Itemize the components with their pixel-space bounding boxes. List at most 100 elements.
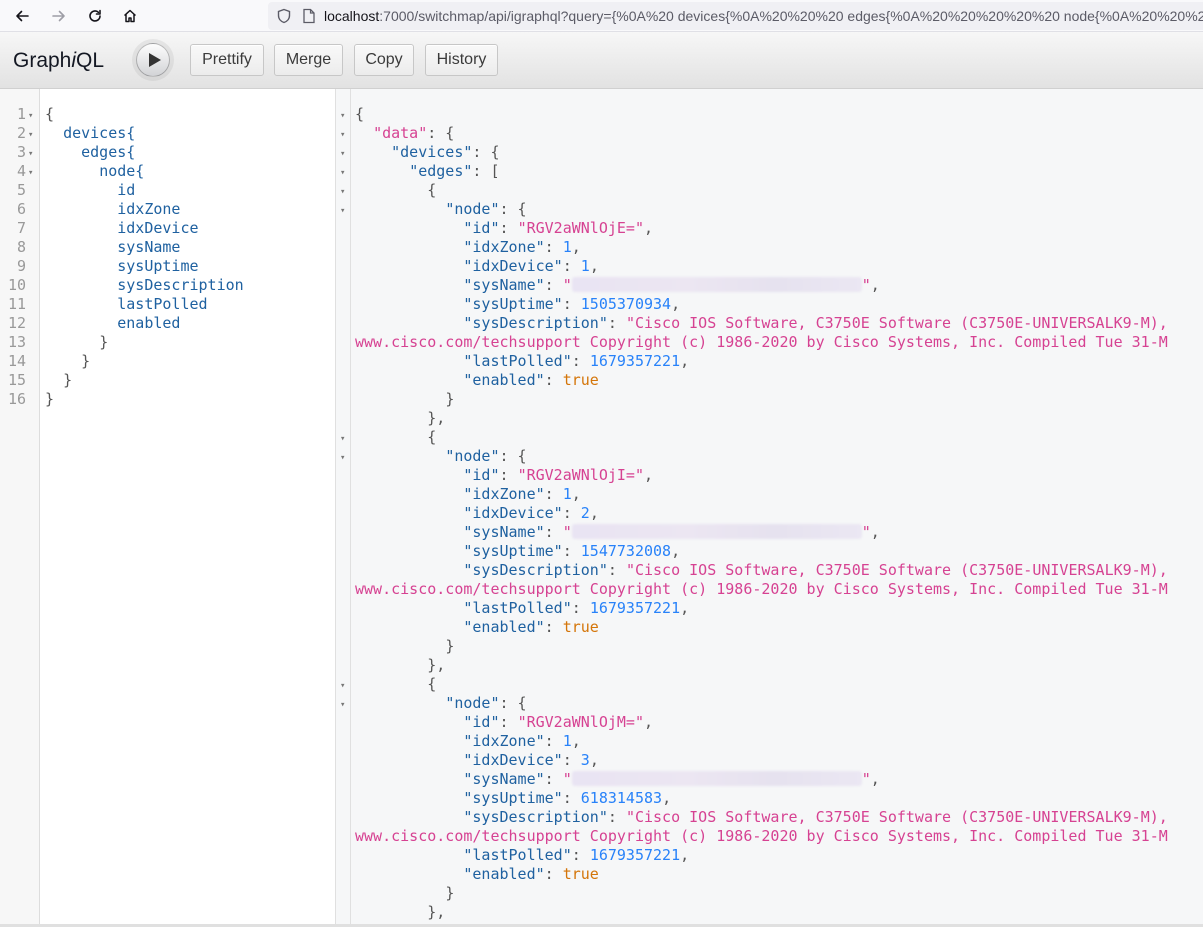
result-code-line: "idxDevice": 1, xyxy=(355,257,598,276)
json-token: "Cisco IOS Software, C3750E Software (C3… xyxy=(625,561,1168,579)
json-token: "Cisco IOS Software, C3750E Software (C3… xyxy=(625,808,1168,826)
query-token: edges{ xyxy=(81,143,136,161)
fold-arrow-icon[interactable]: ▾ xyxy=(28,145,33,164)
merge-button[interactable]: Merge xyxy=(274,44,343,76)
result-viewer[interactable]: ▾{▾ "data": {▾ "devices": {▾ "edges": [▾… xyxy=(336,89,1203,927)
back-arrow-icon[interactable] xyxy=(10,4,34,28)
query-line-number: 5 xyxy=(16,181,26,199)
result-code-line: "node": { xyxy=(355,200,526,219)
query-token: { xyxy=(45,105,55,123)
query-code-line[interactable]: } xyxy=(45,390,54,409)
fold-arrow-icon[interactable]: ▾ xyxy=(340,183,345,202)
json-token: , xyxy=(680,846,690,864)
fold-arrow-icon[interactable]: ▾ xyxy=(340,145,345,164)
query-code-line[interactable]: sysUptime xyxy=(45,257,198,276)
json-token: "lastPolled" xyxy=(463,599,572,617)
query-code-line[interactable]: node{ xyxy=(45,162,144,181)
json-token: , xyxy=(644,219,654,237)
query-code-line[interactable]: idxDevice xyxy=(45,219,198,238)
fold-arrow-icon[interactable]: ▾ xyxy=(28,107,33,126)
result-code-line: }, xyxy=(355,409,445,428)
query-code-line[interactable]: id xyxy=(45,181,135,200)
query-code-line[interactable]: idxZone xyxy=(45,200,180,219)
reload-icon[interactable] xyxy=(83,4,107,28)
query-code-line[interactable]: { xyxy=(45,105,54,124)
fold-arrow-icon[interactable]: ▾ xyxy=(340,126,345,145)
result-code-line: "sysUptime": 618314583, xyxy=(355,789,671,808)
json-token: " xyxy=(562,276,572,294)
query-editor[interactable]: 1 ▾{2 ▾ devices{3 ▾ edges{4 ▾ node{5 id 6 idx… xyxy=(0,89,336,927)
query-token: sysName xyxy=(117,238,181,256)
json-token: 1547732008 xyxy=(580,542,672,560)
query-code-line[interactable]: sysName xyxy=(45,238,180,257)
json-token: }, xyxy=(427,656,446,674)
json-token: : xyxy=(544,732,563,750)
json-token: 618314583 xyxy=(580,789,663,807)
json-token: , xyxy=(662,789,672,807)
query-code-line[interactable]: } xyxy=(45,333,108,352)
query-code-line[interactable]: sysDescription xyxy=(45,276,243,295)
json-token: : xyxy=(499,466,518,484)
json-token: "sysDescription" xyxy=(463,561,608,579)
json-token: , xyxy=(571,238,581,256)
query-line-number: 2 xyxy=(16,124,26,142)
result-code-line: "node": { xyxy=(355,694,527,713)
execute-query-button[interactable] xyxy=(136,43,170,77)
address-bar[interactable]: localhost:7000/switchmap/api/igraphql?qu… xyxy=(268,2,1203,30)
json-token: : { xyxy=(499,447,527,465)
query-code-line[interactable]: lastPolled xyxy=(45,295,207,314)
json-token: : [ xyxy=(472,162,500,180)
json-token: : xyxy=(544,618,563,636)
json-token: : xyxy=(571,352,590,370)
json-token: "sysDescription" xyxy=(463,314,608,332)
result-code-line: }, xyxy=(355,656,445,675)
fold-arrow-icon[interactable]: ▾ xyxy=(340,107,345,126)
url-host: localhost xyxy=(324,8,380,24)
json-token: "RGV2aWNlOjE=" xyxy=(517,219,644,237)
query-code-line[interactable]: } xyxy=(45,371,72,390)
fold-arrow-icon[interactable]: ▾ xyxy=(340,449,345,468)
prettify-button[interactable]: Prettify xyxy=(190,44,264,76)
json-token: "idxDevice" xyxy=(463,257,563,275)
result-code-line: www.cisco.com/techsupport Copyright (c) … xyxy=(355,580,1168,599)
query-line-number: 10 xyxy=(7,276,26,294)
query-code-line[interactable]: devices{ xyxy=(45,124,135,143)
forward-arrow-icon[interactable] xyxy=(47,4,71,28)
result-code-line: "id": "RGV2aWNlOjE=", xyxy=(355,219,653,238)
json-token: : xyxy=(607,561,626,579)
json-token: , xyxy=(870,276,880,294)
fold-arrow-icon[interactable]: ▾ xyxy=(340,164,345,183)
json-token: }, xyxy=(427,409,446,427)
query-token: id xyxy=(117,181,136,199)
json-token: : { xyxy=(499,694,527,712)
shield-icon[interactable] xyxy=(276,8,292,24)
query-code-line[interactable]: } xyxy=(45,352,90,371)
json-token: www.cisco.com/techsupport Copyright (c) … xyxy=(355,827,1168,845)
json-token: " xyxy=(861,523,871,541)
copy-button[interactable]: Copy xyxy=(354,44,414,76)
fold-arrow-icon[interactable]: ▾ xyxy=(28,164,33,183)
json-token: " xyxy=(861,770,871,788)
fold-arrow-icon[interactable]: ▾ xyxy=(340,430,345,449)
url-text[interactable]: localhost:7000/switchmap/api/igraphql?qu… xyxy=(324,8,1203,24)
query-code-line[interactable]: enabled xyxy=(45,314,180,333)
home-icon[interactable] xyxy=(118,4,142,28)
json-token: " xyxy=(562,523,572,541)
fold-arrow-icon[interactable]: ▾ xyxy=(340,677,345,696)
fold-arrow-icon[interactable]: ▾ xyxy=(340,202,345,221)
json-token: "node" xyxy=(445,447,500,465)
page-icon[interactable] xyxy=(302,8,316,24)
fold-arrow-icon[interactable]: ▾ xyxy=(28,126,33,145)
fold-arrow-icon[interactable]: ▾ xyxy=(340,696,345,715)
query-code-line[interactable]: edges{ xyxy=(45,143,135,162)
query-line-number: 4 xyxy=(16,162,26,180)
history-button[interactable]: History xyxy=(425,44,498,76)
